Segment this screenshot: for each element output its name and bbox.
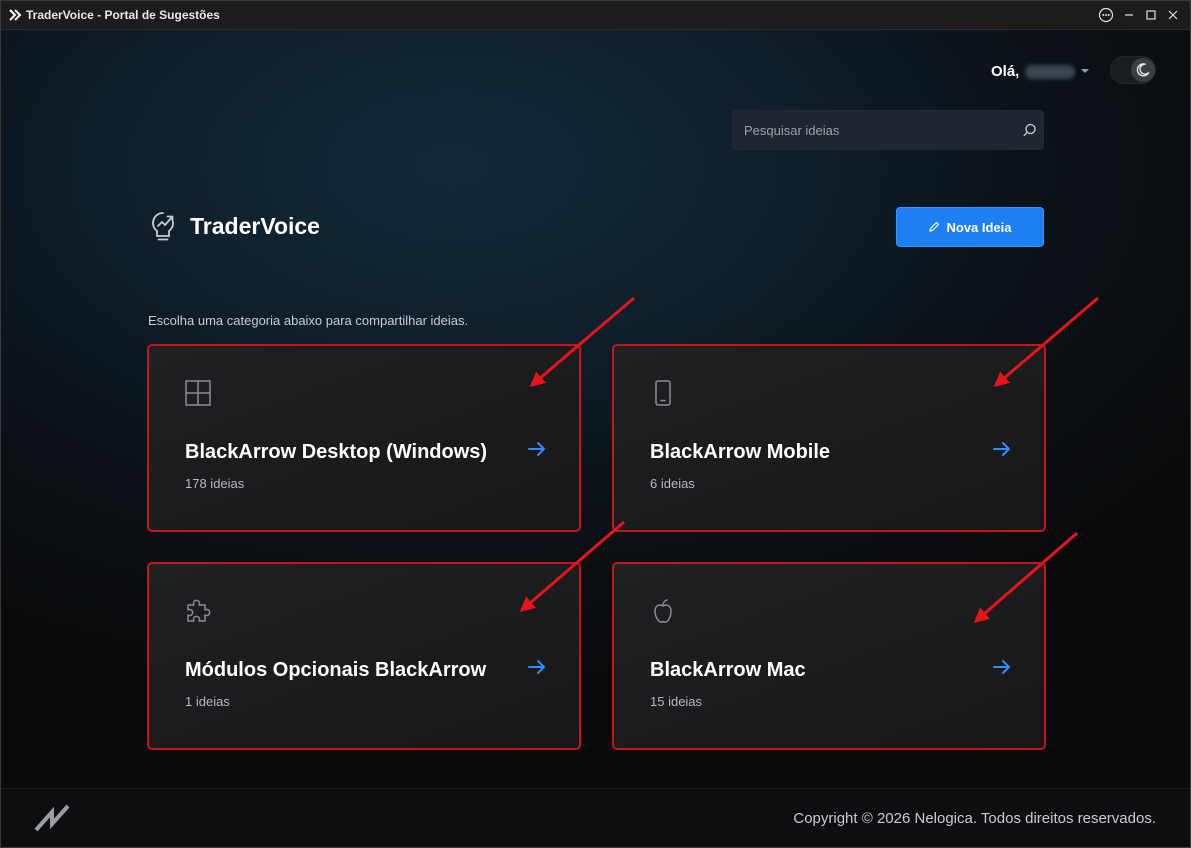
maximize-icon bbox=[1146, 10, 1156, 20]
category-title: BlackArrow Mobile bbox=[650, 441, 831, 463]
arrow-right-icon[interactable] bbox=[992, 441, 1012, 457]
windows-icon bbox=[185, 380, 211, 406]
greeting-text: Olá, bbox=[991, 63, 1020, 80]
category-subtitle: Escolha uma categoria abaixo para compar… bbox=[148, 313, 469, 328]
mobile-icon bbox=[655, 380, 671, 406]
nelogica-logo-icon bbox=[34, 804, 70, 832]
close-icon bbox=[1168, 10, 1178, 20]
ellipsis-circle-icon bbox=[1098, 7, 1114, 23]
user-menu[interactable]: Olá, bbox=[991, 63, 1089, 80]
new-idea-label: Nova Ideia bbox=[946, 219, 1012, 235]
close-button[interactable] bbox=[1162, 5, 1184, 25]
category-card-optional-modules[interactable]: Módulos Opcionais BlackArrow 1 ideias bbox=[147, 562, 581, 750]
arrow-right-icon[interactable] bbox=[527, 659, 547, 675]
more-options-button[interactable] bbox=[1095, 5, 1117, 25]
title-bar: TraderVoice - Portal de Sugestões bbox=[1, 1, 1190, 30]
category-card-mobile[interactable]: BlackArrow Mobile 6 ideias bbox=[612, 344, 1046, 532]
search-icon[interactable] bbox=[1022, 123, 1037, 138]
apple-icon bbox=[654, 599, 672, 623]
main-content: Olá, Pesquisar ideias TraderVoice Nova I… bbox=[1, 30, 1190, 788]
new-idea-button[interactable]: Nova Ideia bbox=[896, 207, 1044, 247]
category-count: 15 ideias bbox=[650, 694, 703, 709]
category-card-desktop-windows[interactable]: BlackArrow Desktop (Windows) 178 ideias bbox=[147, 344, 581, 532]
chevron-down-icon bbox=[1081, 69, 1089, 73]
toggle-knob bbox=[1131, 58, 1155, 82]
maximize-button[interactable] bbox=[1140, 5, 1162, 25]
category-count: 1 ideias bbox=[185, 694, 230, 709]
search-input[interactable] bbox=[733, 111, 1013, 149]
arrow-right-icon[interactable] bbox=[527, 441, 547, 457]
lightbulb-chart-icon bbox=[152, 212, 174, 241]
moon-icon bbox=[1136, 63, 1150, 77]
minimize-icon bbox=[1125, 14, 1133, 16]
theme-toggle[interactable] bbox=[1110, 56, 1156, 84]
category-card-mac[interactable]: BlackArrow Mac 15 ideias bbox=[612, 562, 1046, 750]
footer: Copyright © 2026 Nelogica. Todos direito… bbox=[1, 788, 1190, 847]
copyright-text: Copyright © 2026 Nelogica. Todos direito… bbox=[793, 810, 1156, 827]
username-redacted bbox=[1025, 64, 1076, 79]
category-title: BlackArrow Desktop (Windows) bbox=[185, 441, 488, 463]
category-count: 178 ideias bbox=[185, 476, 245, 491]
category-title: Módulos Opcionais BlackArrow bbox=[185, 659, 487, 681]
category-title: BlackArrow Mac bbox=[650, 659, 806, 681]
arrow-right-icon[interactable] bbox=[992, 659, 1012, 675]
brand-name: TraderVoice bbox=[190, 213, 320, 239]
app-window: TraderVoice - Portal de Sugestões Olá, P… bbox=[0, 0, 1191, 848]
pencil-icon bbox=[929, 221, 940, 232]
puzzle-icon bbox=[187, 599, 211, 622]
app-logo-icon bbox=[9, 9, 22, 21]
brand: TraderVoice bbox=[149, 210, 320, 243]
minimize-button[interactable] bbox=[1118, 5, 1140, 25]
window-title: TraderVoice - Portal de Sugestões bbox=[26, 8, 220, 22]
category-count: 6 ideias bbox=[650, 476, 695, 491]
search-box bbox=[732, 110, 1044, 150]
